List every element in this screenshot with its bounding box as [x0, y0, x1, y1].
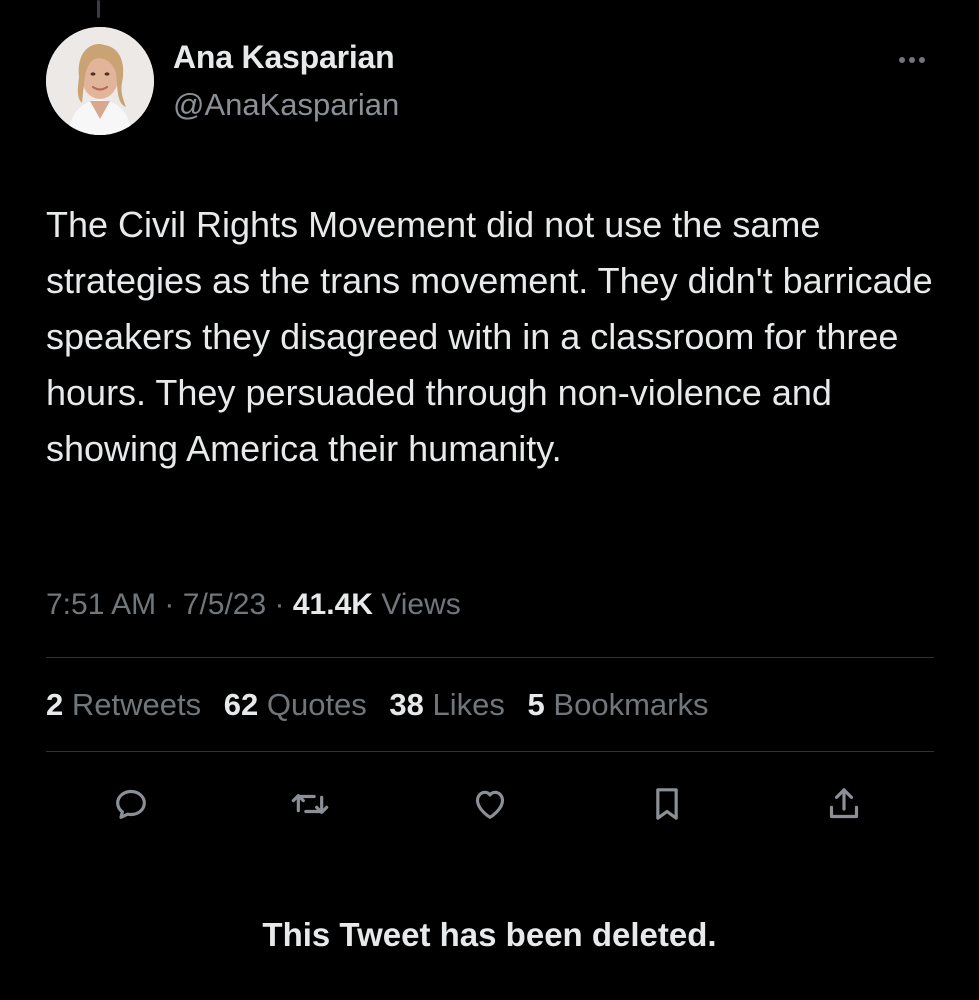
quotes-count: 62: [223, 687, 259, 722]
more-options-icon[interactable]: [888, 48, 936, 72]
like-button[interactable]: [466, 780, 514, 828]
dot: [899, 57, 905, 63]
meta-separator: ·: [274, 588, 285, 621]
retweet-button[interactable]: [286, 780, 334, 828]
author-display-name[interactable]: Ana Kasparian: [173, 39, 395, 76]
bookmarks-stat[interactable]: 5 Bookmarks: [528, 687, 709, 722]
reply-button[interactable]: [107, 780, 155, 828]
dot: [909, 57, 915, 63]
dot: [919, 57, 925, 63]
engagement-stats: 2 Retweets 62 Quotes 38 Likes 5 Bookmark…: [46, 687, 722, 723]
bookmarks-label: Bookmarks: [553, 687, 709, 722]
bookmark-icon: [656, 788, 678, 820]
author-handle[interactable]: @AnaKasparian: [173, 87, 399, 123]
retweets-label: Retweets: [71, 687, 202, 722]
tweet-time[interactable]: 7:51 AM: [46, 588, 156, 621]
profile-photo-icon: [46, 27, 154, 135]
thread-connector-line: [97, 0, 100, 18]
retweet-icon: [291, 794, 329, 814]
likes-label: Likes: [432, 687, 505, 722]
retweets-stat[interactable]: 2 Retweets: [46, 687, 201, 722]
quotes-stat[interactable]: 62 Quotes: [224, 687, 367, 722]
views-label[interactable]: Views: [381, 588, 460, 621]
tweet-detail-view: Ana Kasparian @AnaKasparian The Civil Ri…: [0, 0, 979, 1000]
tweet-text: The Civil Rights Movement did not use th…: [46, 204, 933, 469]
retweets-count: 2: [46, 687, 64, 722]
reply-icon: [116, 789, 146, 819]
meta-separator: ·: [164, 588, 175, 621]
likes-count: 38: [389, 687, 424, 722]
share-button[interactable]: [820, 780, 868, 828]
deleted-notice: This Tweet has been deleted.: [262, 916, 717, 953]
share-icon: [829, 788, 859, 819]
likes-stat[interactable]: 38 Likes: [389, 687, 504, 722]
views-count[interactable]: 41.4K: [293, 588, 373, 621]
divider: [46, 657, 934, 658]
quotes-label: Quotes: [266, 687, 367, 722]
divider: [46, 751, 934, 752]
avatar[interactable]: [46, 27, 154, 135]
tweet-date[interactable]: 7/5/23: [183, 588, 266, 621]
bookmarks-count: 5: [527, 687, 545, 722]
bookmark-button[interactable]: [643, 780, 691, 828]
tweet-meta: 7:51 AM · 7/5/23 · 41.4K Views: [46, 588, 461, 622]
like-icon: [475, 790, 505, 819]
